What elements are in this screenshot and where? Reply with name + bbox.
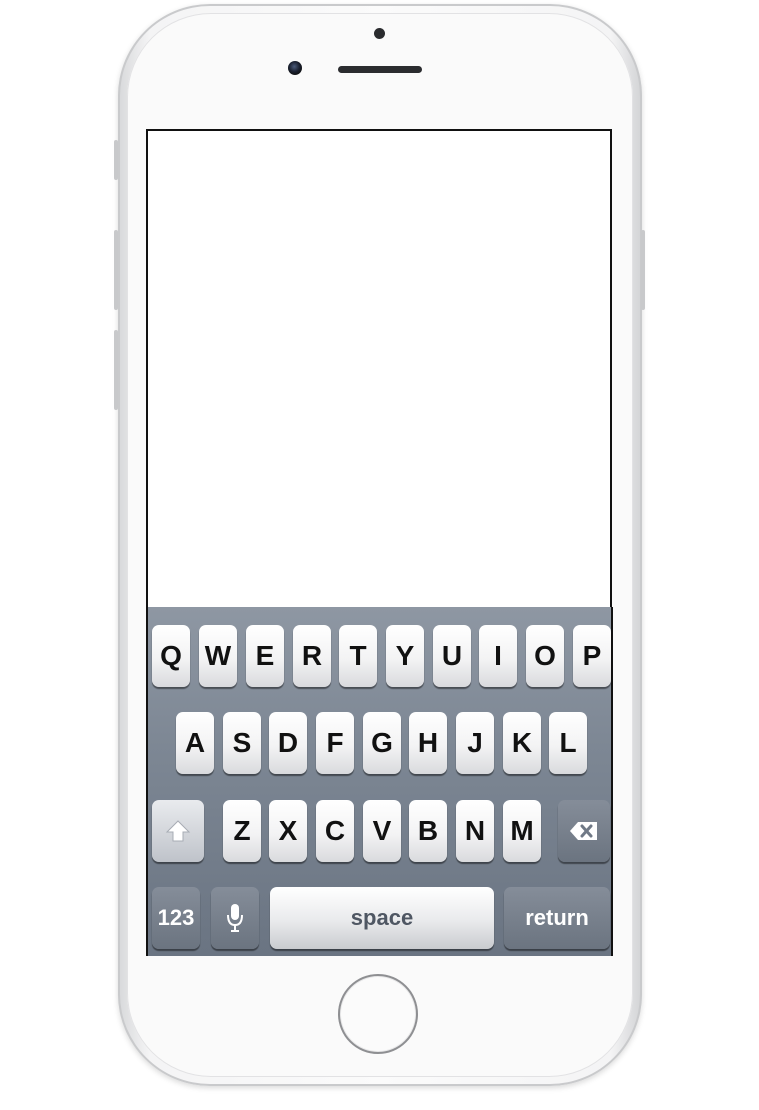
numbers-key[interactable]: 123 <box>152 887 200 949</box>
delete-key[interactable] <box>558 800 610 862</box>
key-s[interactable]: S <box>223 712 261 774</box>
key-f[interactable]: F <box>316 712 354 774</box>
key-d[interactable]: D <box>269 712 307 774</box>
key-x[interactable]: X <box>269 800 307 862</box>
power-button <box>641 230 645 310</box>
key-m[interactable]: M <box>503 800 541 862</box>
home-button[interactable] <box>338 974 418 1054</box>
key-e[interactable]: E <box>246 625 284 687</box>
key-q[interactable]: Q <box>152 625 190 687</box>
proximity-sensor <box>374 28 385 39</box>
key-k[interactable]: K <box>503 712 541 774</box>
key-y[interactable]: Y <box>386 625 424 687</box>
volume-up-button <box>114 230 118 310</box>
key-t[interactable]: T <box>339 625 377 687</box>
front-camera-icon <box>288 61 302 75</box>
onscreen-keyboard: Q W E R T Y U I O P A S D F G H J K L Z … <box>146 607 613 956</box>
key-l[interactable]: L <box>549 712 587 774</box>
key-p[interactable]: P <box>573 625 611 687</box>
volume-down-button <box>114 330 118 410</box>
return-key[interactable]: return <box>504 887 610 949</box>
key-j[interactable]: J <box>456 712 494 774</box>
key-v[interactable]: V <box>363 800 401 862</box>
key-h[interactable]: H <box>409 712 447 774</box>
key-i[interactable]: I <box>479 625 517 687</box>
shift-icon <box>165 820 191 842</box>
key-u[interactable]: U <box>433 625 471 687</box>
dictation-key[interactable] <box>211 887 259 949</box>
key-r[interactable]: R <box>293 625 331 687</box>
key-w[interactable]: W <box>199 625 237 687</box>
screen-content-area <box>146 129 612 607</box>
key-o[interactable]: O <box>526 625 564 687</box>
key-a[interactable]: A <box>176 712 214 774</box>
earpiece-speaker <box>338 66 422 73</box>
key-n[interactable]: N <box>456 800 494 862</box>
microphone-icon <box>227 904 243 932</box>
key-b[interactable]: B <box>409 800 447 862</box>
silent-switch <box>114 140 118 180</box>
shift-key[interactable] <box>152 800 204 862</box>
key-g[interactable]: G <box>363 712 401 774</box>
space-bar[interactable]: space <box>270 887 494 949</box>
key-c[interactable]: C <box>316 800 354 862</box>
backspace-icon <box>570 822 597 840</box>
key-z[interactable]: Z <box>223 800 261 862</box>
